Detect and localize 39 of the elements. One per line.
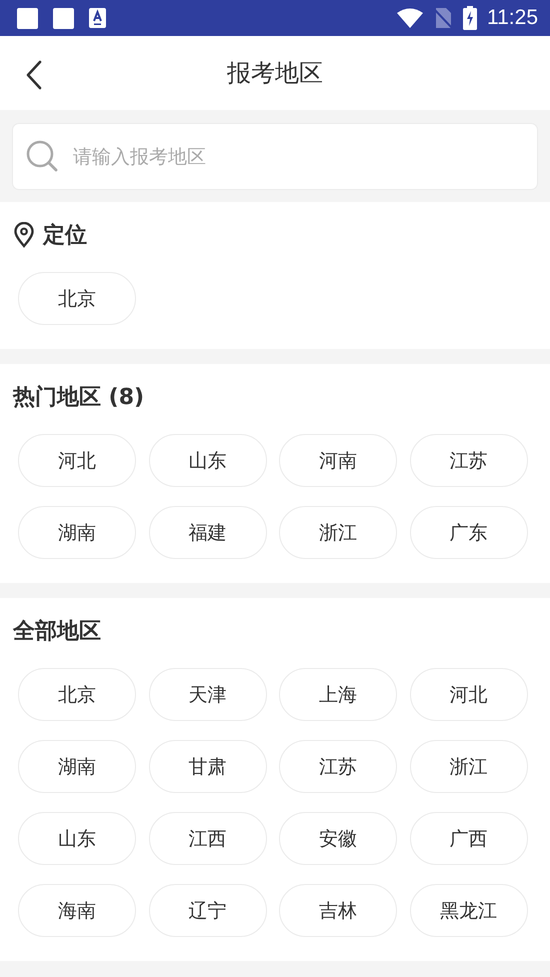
region-chip[interactable]: 黑龙江	[410, 884, 528, 937]
region-chip[interactable]: 浙江	[410, 740, 528, 793]
section-title: 全部地区	[13, 618, 101, 646]
search-field[interactable]: 请输入报考地区	[12, 123, 538, 190]
search-icon	[26, 140, 58, 172]
region-chip[interactable]: 江苏	[410, 434, 528, 487]
no-sim-icon	[433, 7, 453, 29]
region-chip[interactable]: 山东	[18, 812, 136, 865]
region-chip[interactable]: 北京	[18, 668, 136, 721]
region-chip[interactable]: 山东	[148, 434, 266, 487]
region-chip[interactable]: 广东	[410, 506, 528, 559]
region-chip[interactable]: 湖南	[18, 506, 136, 559]
location-pin-icon	[13, 222, 35, 248]
notification-icon	[17, 8, 38, 28]
region-chip[interactable]: 辽宁	[148, 884, 266, 937]
region-chip[interactable]: 浙江	[279, 506, 397, 559]
region-chip[interactable]: 海南	[18, 884, 136, 937]
region-chip[interactable]: 甘肃	[148, 740, 266, 793]
region-chip[interactable]: 上海	[279, 668, 397, 721]
page-title: 报考地区	[227, 58, 323, 89]
region-chip[interactable]: 安徽	[279, 812, 397, 865]
region-chip[interactable]: 福建	[148, 506, 266, 559]
region-chip[interactable]: 北京	[18, 272, 136, 325]
region-chip[interactable]: 广西	[410, 812, 528, 865]
region-chip[interactable]: 湖南	[18, 740, 136, 793]
region-chip[interactable]: 江苏	[279, 740, 397, 793]
region-chip[interactable]: 天津	[148, 668, 266, 721]
battery-charging-icon	[463, 6, 477, 30]
region-chip[interactable]: 河南	[279, 434, 397, 487]
clock-time: 11:25	[487, 6, 538, 30]
wifi-icon	[397, 8, 423, 28]
region-chip[interactable]: 吉林	[279, 884, 397, 937]
keyboard-icon	[89, 8, 106, 28]
section-title: 定位	[43, 222, 87, 250]
notification-icon	[53, 8, 74, 28]
region-chip[interactable]: 河北	[18, 434, 136, 487]
section-title: 热门地区 (8)	[13, 384, 144, 412]
region-chip[interactable]: 河北	[410, 668, 528, 721]
region-chip[interactable]: 江西	[148, 812, 266, 865]
